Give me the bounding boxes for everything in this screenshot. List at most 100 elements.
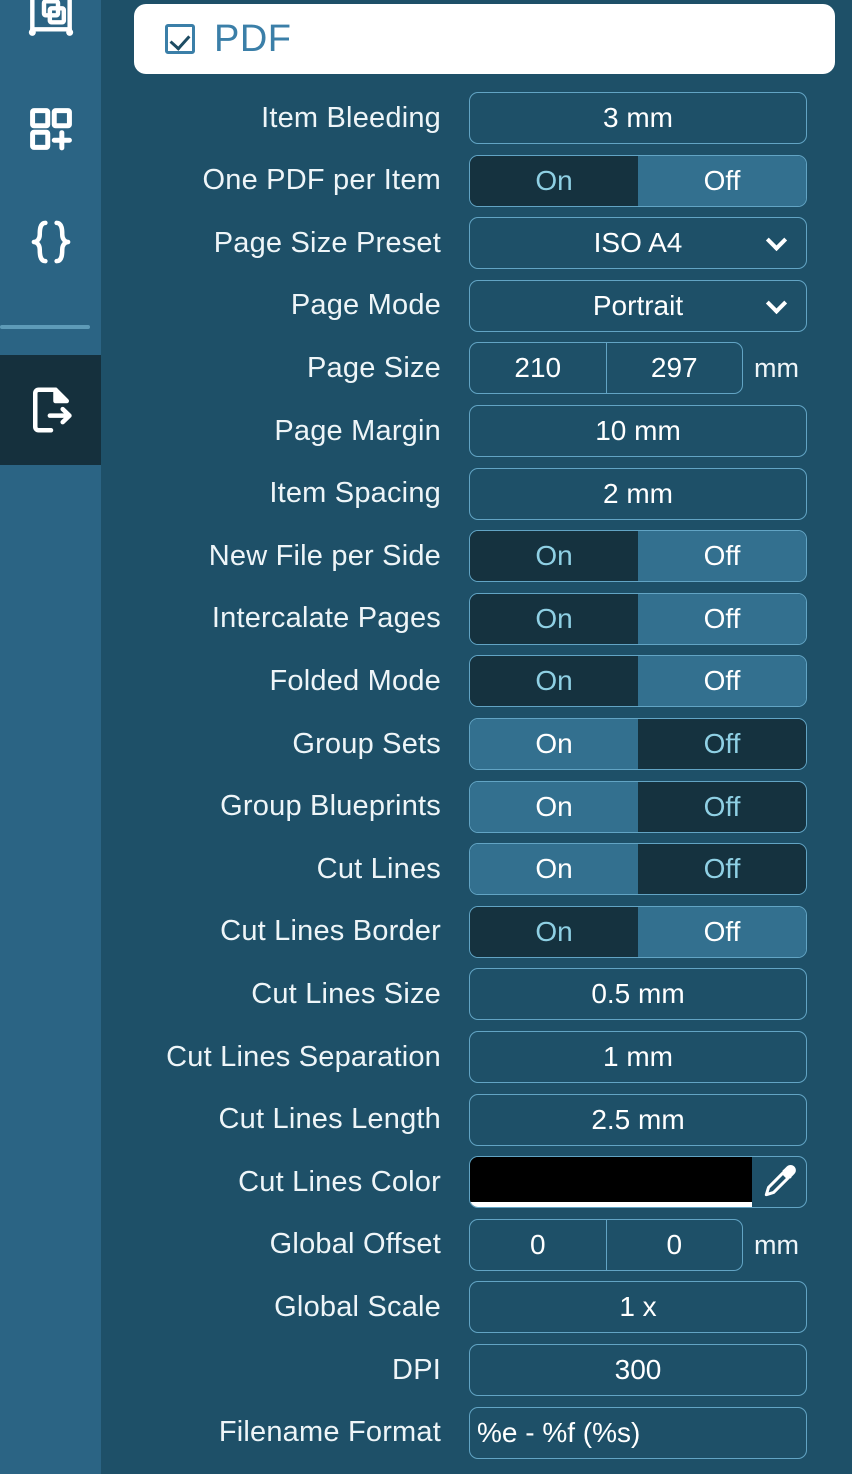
settings-row: Group Sets On Off [101,718,852,770]
toggle-option-off[interactable]: Off [638,781,806,832]
value-input[interactable]: 2.5 mm [469,1093,807,1146]
sidebar-divider [0,325,90,329]
eyedropper-icon [764,1165,796,1197]
settings-row: Item Spacing 2 mm [101,467,852,520]
toggle-option-off[interactable]: Off [638,593,806,644]
row-label: One PDF per Item [202,164,441,197]
row-label: Group Blueprints [220,790,441,823]
value-input-y[interactable]: 0 [605,1219,743,1270]
unit-label: mm [754,353,799,384]
value-text: %e - %f (%s) [469,1406,807,1459]
toggle-option-off[interactable]: Off [638,155,806,206]
toggle-option-on[interactable]: On [470,844,638,895]
unit-label: mm [754,1229,799,1260]
toggle-option-on[interactable]: On [470,719,638,769]
toggle-option-on[interactable]: On [470,593,638,644]
settings-row: Cut Lines Color [101,1156,852,1209]
settings-row: New File per Side On Off [101,530,852,583]
row-label: Cut Lines [316,852,441,885]
value-input[interactable]: 2 mm [469,467,807,520]
row-label: Intercalate Pages [211,602,441,635]
row-label: Filename Format [218,1416,441,1449]
value-text: 2 mm [469,467,807,520]
settings-row: Item Bleeding 3 mm [101,92,852,144]
row-label: Folded Mode [269,664,441,697]
row-label: Item Spacing [269,477,441,510]
toggle-option-on[interactable]: On [470,781,638,832]
toggle-option-off[interactable]: Off [638,656,806,707]
chevron-down-icon [765,230,788,252]
settings-row: DPI 300 [101,1344,852,1396]
dropdown-value: ISO A4 [593,227,683,259]
settings-row: One PDF per Item On Off [101,154,852,207]
toggle-option-on[interactable]: On [470,906,638,957]
toggle-option-on[interactable]: On [470,656,638,707]
row-label: Page Mode [290,289,441,322]
pdf-settings-panel: PDF Item Bleeding 3 mm One PDF per Item On O… [101,0,852,1474]
settings-row: Folded Mode On Off [101,655,852,708]
value-text: 1 mm [469,1031,807,1083]
value-input[interactable]: 3 mm [469,92,807,144]
settings-row: Page Size Preset ISO A4 [101,217,852,270]
settings-row: Cut Lines Length 2.5 mm [101,1093,852,1146]
settings-row: Group Blueprints On Off [101,780,852,833]
file-export-icon [24,383,78,437]
value-input-x[interactable]: 210 [470,343,606,393]
value-input-y[interactable]: 297 [605,343,743,394]
pdf-section-header[interactable]: PDF [134,4,835,74]
add-grid-icon [25,103,77,155]
value-text: 0.5 mm [469,968,807,1021]
sidebar-item-add-grid[interactable] [0,74,101,184]
toggle-option-on[interactable]: On [470,531,638,582]
value-input-x[interactable]: 0 [470,1220,606,1270]
value-text: 300 [469,1344,807,1396]
toggle-switch: On Off [469,718,807,770]
chevron-down-icon [765,292,788,314]
value-input[interactable]: 0.5 mm [469,968,807,1021]
value-input[interactable]: %e - %f (%s) [469,1406,807,1459]
row-label: Cut Lines Separation [166,1040,441,1073]
row-label: Cut Lines Length [218,1103,441,1136]
value-input[interactable]: 1 mm [469,1031,807,1083]
value-input[interactable]: 10 mm [469,405,807,457]
sidebar-item-script[interactable] [0,187,101,297]
value-text: 3 mm [469,92,807,144]
value-text: 2.5 mm [469,1093,807,1146]
settings-row: Cut Lines On Off [101,843,852,896]
toggle-option-off[interactable]: Off [638,844,806,895]
row-label: Cut Lines Size [251,977,441,1010]
settings-row: Cut Lines Separation 1 mm [101,1031,852,1083]
settings-row: Global Scale 1 x [101,1281,852,1334]
toggle-switch: On Off [469,905,807,958]
toggle-option-off[interactable]: Off [638,531,806,582]
dropdown-value: Portrait [592,289,684,321]
toggle-option-off[interactable]: Off [638,719,806,769]
dropdown-select[interactable]: Portrait [469,279,807,332]
sidebar-item-board[interactable] [0,0,101,75]
settings-row: Intercalate Pages On Off [101,592,852,645]
settings-row: Page Size 210 297 mm [101,342,852,395]
dropdown-select[interactable]: ISO A4 [469,217,807,270]
row-label: Cut Lines Color [238,1165,441,1198]
row-label: Page Size [307,351,441,384]
row-label: DPI [392,1353,441,1386]
row-label: Group Sets [292,727,441,760]
pdf-enabled-checkbox[interactable] [165,24,195,54]
value-input[interactable]: 300 [469,1344,807,1396]
settings-row: Page Margin 10 mm [101,405,852,457]
color-swatch[interactable] [470,1157,752,1208]
color-picker [469,1156,807,1209]
toggle-option-on[interactable]: On [470,155,638,206]
page-title: PDF [214,18,292,60]
toggle-option-off[interactable]: Off [638,906,806,957]
toggle-switch: On Off [469,592,807,645]
sidebar-item-export[interactable] [0,355,101,465]
row-label: Cut Lines Border [220,915,441,948]
value-input[interactable]: 1 x [469,1281,807,1334]
braces-icon [24,215,78,269]
eyedropper-button[interactable] [752,1157,806,1207]
settings-row: Filename Format %e - %f (%s) [101,1406,852,1459]
sidebar [0,0,101,1474]
settings-row: Page Mode Portrait [101,279,852,332]
value-text: 10 mm [469,405,807,457]
